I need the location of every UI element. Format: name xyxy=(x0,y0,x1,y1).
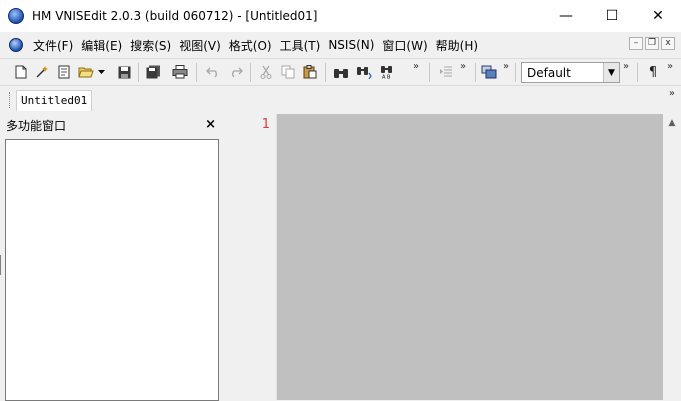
menu-tools[interactable]: 工具(T) xyxy=(276,37,325,54)
toolbar-separator xyxy=(250,63,251,82)
line-number-gutter: 1 xyxy=(226,114,277,400)
panel-content[interactable] xyxy=(5,139,219,401)
menu-help[interactable]: 帮助(H) xyxy=(432,37,482,54)
window-title: HM VNISEdit 2.0.3 (build 060712) - [Unti… xyxy=(32,9,318,23)
multi-function-panel: 多功能窗口 × xyxy=(0,113,224,401)
document-restore-button[interactable]: ❐ xyxy=(645,37,659,50)
compile-icon[interactable] xyxy=(481,64,497,80)
minimize-button[interactable]: — xyxy=(543,0,589,32)
toolbar-separator xyxy=(475,63,476,82)
line-number: 1 xyxy=(261,117,270,132)
app-icon xyxy=(8,8,24,24)
toolbar-overflow-chevron[interactable]: » xyxy=(413,61,419,72)
tab-overflow-chevron[interactable]: » xyxy=(669,88,675,99)
open-folder-icon[interactable] xyxy=(78,64,94,80)
editor-text-area[interactable] xyxy=(277,114,663,400)
style-select[interactable]: Default ▼ xyxy=(521,62,620,83)
find-icon[interactable] xyxy=(333,64,349,80)
window-border xyxy=(0,255,1,275)
maximize-button[interactable]: ☐ xyxy=(589,0,635,32)
document-icon[interactable] xyxy=(9,38,23,52)
redo-icon[interactable] xyxy=(228,64,244,80)
menu-format[interactable]: 格式(O) xyxy=(225,37,276,54)
indent-icon[interactable] xyxy=(438,64,454,80)
menu-window[interactable]: 窗口(W) xyxy=(378,37,431,54)
style-select-value: Default xyxy=(527,65,571,80)
pilcrow-icon[interactable]: ¶ xyxy=(645,64,661,80)
replace-icon[interactable]: A B xyxy=(379,64,395,80)
code-editor: 1 ▲ xyxy=(226,114,681,400)
toolbar-overflow-chevron[interactable]: » xyxy=(667,61,673,72)
cut-icon[interactable] xyxy=(258,64,274,80)
scroll-up-icon[interactable]: ▲ xyxy=(663,114,681,131)
tab-bar-grip[interactable] xyxy=(9,92,13,108)
menu-search[interactable]: 搜索(S) xyxy=(126,37,175,54)
menu-bar: 文件(F) 编辑(E) 搜索(S) 视图(V) 格式(O) 工具(T) NSIS… xyxy=(0,32,681,58)
close-button[interactable]: ✕ xyxy=(635,0,681,32)
toolbar: A B » » » Default ▼ » ¶ » xyxy=(0,58,681,86)
new-file-icon[interactable] xyxy=(13,64,29,80)
menu-file[interactable]: 文件(F) xyxy=(29,37,77,54)
toolbar-separator xyxy=(325,63,326,82)
save-icon[interactable] xyxy=(116,64,132,80)
template-icon[interactable] xyxy=(56,64,72,80)
menu-view[interactable]: 视图(V) xyxy=(175,37,225,54)
tab-untitled01[interactable]: Untitled01 xyxy=(16,90,93,111)
find-next-icon[interactable] xyxy=(356,64,372,80)
document-close-button[interactable]: x xyxy=(661,37,675,50)
menu-nsis[interactable]: NSIS(N) xyxy=(324,38,378,52)
toolbar-separator xyxy=(138,63,139,82)
document-tab-bar: Untitled01 » xyxy=(0,86,681,113)
window-controls: — ☐ ✕ xyxy=(543,0,681,32)
document-window-controls: – ❐ x xyxy=(629,37,675,50)
save-all-icon[interactable] xyxy=(145,64,161,80)
wizard-icon[interactable] xyxy=(34,64,50,80)
chevron-down-icon[interactable]: ▼ xyxy=(603,63,619,82)
document-minimize-button[interactable]: – xyxy=(629,37,643,50)
toolbar-overflow-chevron[interactable]: » xyxy=(460,61,466,72)
panel-close-button[interactable]: × xyxy=(205,117,216,132)
toolbar-separator xyxy=(196,63,197,82)
paste-icon[interactable] xyxy=(302,64,318,80)
panel-title: 多功能窗口 xyxy=(6,119,67,133)
toolbar-separator xyxy=(637,63,638,82)
toolbar-overflow-chevron[interactable]: » xyxy=(623,61,629,72)
toolbar-overflow-chevron[interactable]: » xyxy=(503,61,509,72)
copy-icon[interactable] xyxy=(280,64,296,80)
toolbar-separator xyxy=(429,63,430,82)
svg-text:A B: A B xyxy=(382,75,391,80)
vertical-scrollbar[interactable]: ▲ xyxy=(663,114,681,400)
menu-edit[interactable]: 编辑(E) xyxy=(77,37,126,54)
open-dropdown-arrow-icon[interactable] xyxy=(96,64,106,80)
panel-header: 多功能窗口 × xyxy=(0,113,224,138)
title-bar: HM VNISEdit 2.0.3 (build 060712) - [Unti… xyxy=(0,0,681,32)
undo-icon[interactable] xyxy=(205,64,221,80)
print-icon[interactable] xyxy=(172,64,188,80)
toolbar-separator xyxy=(515,63,516,82)
